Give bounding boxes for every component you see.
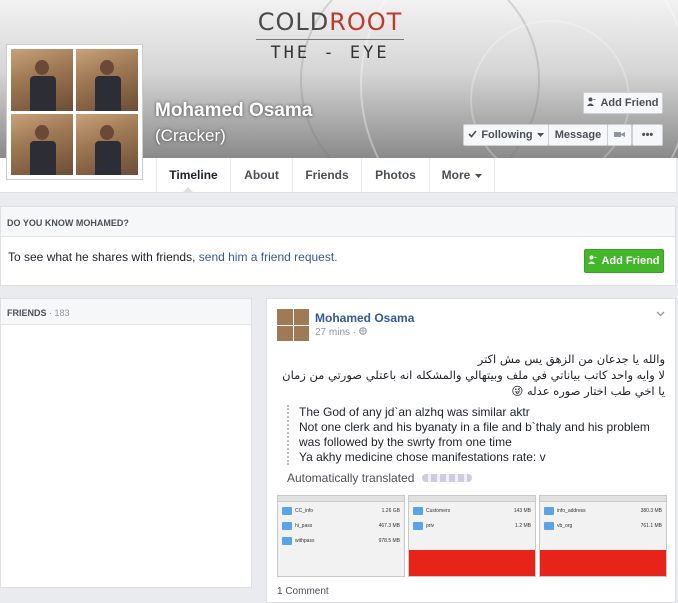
brand-divider bbox=[256, 39, 404, 40]
folder-icon bbox=[544, 522, 554, 530]
more-options-button[interactable]: ••• bbox=[632, 124, 663, 146]
ellipsis-icon: ••• bbox=[641, 129, 654, 141]
post-attached-photos[interactable]: CC_info 1.26 GB hi_pass 467.3 MB withpass 9… bbox=[277, 495, 667, 577]
friend-request-link[interactable]: send him a friend request. bbox=[199, 250, 338, 264]
folder-icon bbox=[282, 507, 292, 515]
tab-photos[interactable]: Photos bbox=[361, 158, 429, 192]
post-text-original: والله يا جدعان من الزهق يس مش اكتر لا وا… bbox=[282, 352, 665, 398]
post-author-name[interactable]: Mohamed Osama bbox=[315, 311, 414, 325]
tab-timeline[interactable]: Timeline bbox=[156, 158, 230, 193]
photo-screenshot[interactable]: CC_info 1.26 GB hi_pass 467.3 MB withpass 9… bbox=[277, 495, 405, 577]
profile-page: COLDROOT THE - EYE Mohamed Osama (Cracke… bbox=[0, 0, 678, 603]
folder-icon bbox=[413, 522, 423, 530]
profile-name[interactable]: Mohamed Osama bbox=[155, 100, 312, 122]
friends-header[interactable]: FRIENDS · 183 bbox=[1, 299, 251, 325]
post-options-chevron-icon[interactable] bbox=[656, 309, 665, 320]
profile-alias: (Cracker) bbox=[155, 126, 226, 145]
profile-picture[interactable] bbox=[6, 44, 143, 180]
photo-screenshot[interactable]: Customers 143 MB priv 1.2 MB bbox=[408, 495, 536, 577]
friends-panel: FRIENDS · 183 bbox=[0, 298, 252, 588]
brand-subtitle: THE - EYE bbox=[270, 43, 390, 63]
add-friend-icon bbox=[587, 97, 596, 110]
post-translation: The God of any jd`an alzhq was similar a… bbox=[287, 405, 667, 465]
photo-screenshot[interactable]: info_address 380.3 MB vb_org 761.1 MB bbox=[539, 495, 667, 577]
globe-icon bbox=[359, 327, 367, 338]
blurred-rating bbox=[422, 474, 473, 482]
red-highlight bbox=[540, 550, 666, 576]
folder-icon bbox=[282, 537, 292, 545]
caret-down-icon bbox=[536, 129, 544, 141]
profile-photo-tile bbox=[11, 49, 73, 111]
know-person-header: DO YOU KNOW MOHAMED? bbox=[1, 207, 675, 237]
add-friend-button[interactable]: Add Friend bbox=[583, 92, 663, 114]
message-button[interactable]: Message bbox=[548, 124, 608, 146]
post-timestamp[interactable]: 27 mins · bbox=[315, 327, 367, 338]
know-person-text: To see what he shares with friends, send… bbox=[8, 250, 338, 264]
tab-friends[interactable]: Friends bbox=[292, 158, 361, 192]
brand-cold: COLD bbox=[257, 8, 330, 36]
post-author-avatar[interactable] bbox=[277, 309, 309, 341]
video-camera-icon bbox=[614, 129, 625, 141]
video-call-button[interactable] bbox=[607, 124, 632, 146]
folder-icon bbox=[544, 507, 554, 515]
profile-photo-tile bbox=[76, 49, 138, 111]
caret-down-icon bbox=[475, 168, 483, 182]
know-person-card: DO YOU KNOW MOHAMED? To see what he shar… bbox=[0, 206, 676, 286]
folder-icon bbox=[282, 522, 292, 530]
tab-more[interactable]: More bbox=[429, 158, 495, 192]
comments-count-link[interactable]: 1 Comment bbox=[277, 586, 329, 597]
following-button[interactable]: Following bbox=[463, 124, 549, 146]
checkmark-icon bbox=[468, 129, 477, 141]
cover-brand-logo: COLDROOT THE - EYE bbox=[250, 8, 410, 63]
add-friend-button-green[interactable]: Add Friend bbox=[584, 249, 664, 273]
timeline-post: Mohamed Osama 27 mins · والله يا جدعان م… bbox=[266, 298, 676, 603]
add-friend-icon bbox=[588, 255, 597, 268]
folder-icon bbox=[413, 507, 423, 515]
profile-photo-tile bbox=[76, 113, 138, 175]
friends-count: 183 bbox=[54, 308, 70, 318]
red-highlight bbox=[409, 550, 535, 576]
profile-photo-tile bbox=[11, 113, 73, 175]
tab-about[interactable]: About bbox=[230, 158, 292, 192]
auto-translated-label[interactable]: Automatically translated bbox=[287, 471, 473, 485]
brand-root: ROOT bbox=[329, 8, 403, 36]
